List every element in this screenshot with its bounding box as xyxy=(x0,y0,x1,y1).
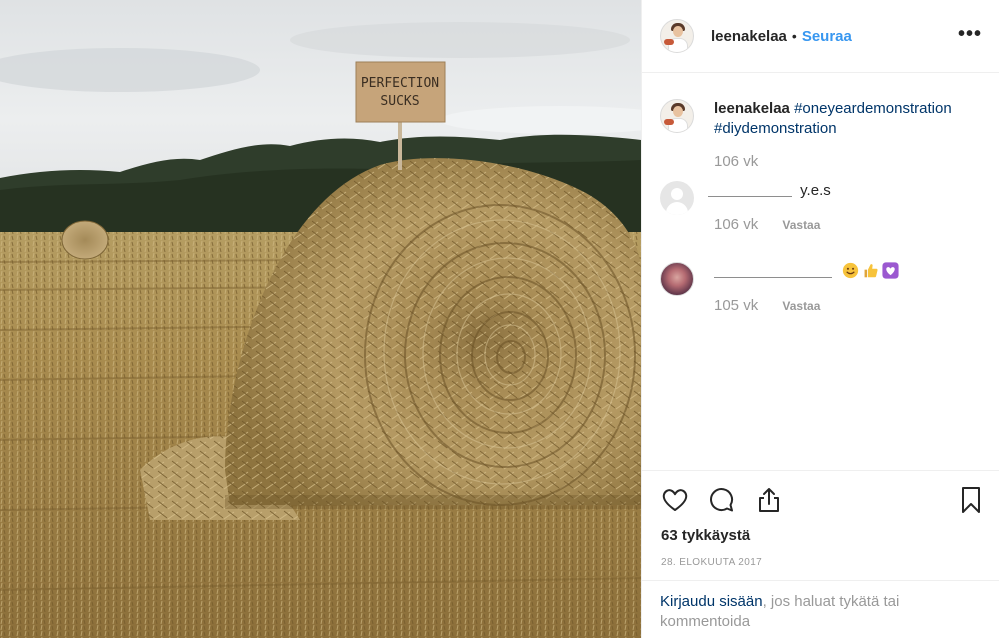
caption-username[interactable]: leenakelaa xyxy=(714,100,790,117)
likes-count[interactable]: 63 tykkäystä xyxy=(661,527,750,544)
smiling-face-icon xyxy=(843,262,859,279)
more-options-icon[interactable]: ••• xyxy=(958,24,982,44)
comment-item: y.e.s 106 vk Vastaa xyxy=(660,181,831,233)
post-date[interactable]: 28. ELOKUUTA 2017 xyxy=(661,557,762,568)
post-side-panel: leenakelaa • Seuraa ••• leenakelaa #oney… xyxy=(641,0,999,638)
separator-dot: • xyxy=(791,28,797,44)
comment-content: y.e.s xyxy=(800,182,831,199)
sign-line-1: PERFECTION xyxy=(361,76,439,91)
login-link[interactable]: Kirjaudu sisään xyxy=(660,593,763,610)
author-username[interactable]: leenakelaa xyxy=(711,28,787,45)
redacted-username[interactable] xyxy=(708,181,792,197)
hashtag-link[interactable]: #diydemonstration xyxy=(714,120,837,137)
comment-meta: 106 vk Vastaa xyxy=(714,216,820,233)
post-header: leenakelaa • Seuraa ••• xyxy=(642,0,999,73)
reply-button[interactable]: Vastaa xyxy=(782,299,820,313)
like-heart-icon[interactable] xyxy=(660,485,690,515)
comment-bubble-icon[interactable] xyxy=(706,485,736,515)
thumbs-up-icon xyxy=(864,264,878,278)
comment-text xyxy=(714,262,984,282)
caption-author-avatar[interactable] xyxy=(660,99,694,133)
commenter-avatar[interactable] xyxy=(660,262,694,296)
comment-meta: 105 vk Vastaa xyxy=(714,297,820,314)
commenter-avatar[interactable] xyxy=(660,181,694,215)
comments-list[interactable]: leenakelaa #oneyeardemonstration #diydem… xyxy=(642,74,999,469)
author-avatar[interactable] xyxy=(660,19,694,53)
post-photo[interactable]: PERFECTION SUCKS xyxy=(0,0,641,638)
comment-item: 105 vk Vastaa xyxy=(660,262,899,314)
comment-time[interactable]: 105 vk xyxy=(714,297,758,314)
purple-heart-icon xyxy=(882,262,899,279)
login-prompt: Kirjaudu sisään, jos haluat tykätä tai k… xyxy=(642,580,999,638)
comment-time[interactable]: 106 vk xyxy=(714,216,758,233)
follow-button[interactable]: Seuraa xyxy=(802,28,852,45)
hashtag-link[interactable]: #oneyeardemonstration xyxy=(794,100,952,117)
hay-bale-photo: PERFECTION SUCKS xyxy=(0,0,641,638)
post-actions: 63 tykkäystä 28. ELOKUUTA 2017 xyxy=(642,470,999,580)
sign-line-2: SUCKS xyxy=(380,94,419,109)
reply-button[interactable]: Vastaa xyxy=(782,218,820,232)
redacted-username[interactable] xyxy=(714,262,832,278)
save-bookmark-icon[interactable] xyxy=(956,485,986,515)
comment-text: y.e.s xyxy=(708,181,978,201)
caption-time[interactable]: 106 vk xyxy=(714,153,758,170)
caption-text: leenakelaa #oneyeardemonstration #diydem… xyxy=(714,99,984,139)
share-icon[interactable] xyxy=(754,485,784,515)
